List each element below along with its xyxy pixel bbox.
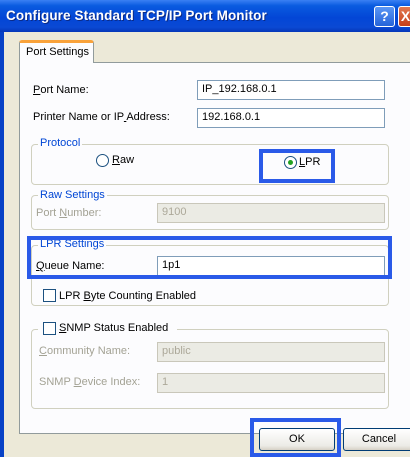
window-border bbox=[0, 32, 4, 457]
snmp-group bbox=[31, 329, 389, 409]
lpr-byte-counting-checkbox[interactable] bbox=[43, 289, 56, 302]
snmp-device-index-input: 1 bbox=[157, 373, 385, 393]
snmp-device-index-label: SNMP Device Index: bbox=[39, 376, 141, 388]
tab-label: Port Settings bbox=[26, 46, 89, 58]
printer-address-input[interactable]: 192.168.0.1 bbox=[197, 108, 385, 128]
title-bar[interactable]: Configure Standard TCP/IP Port Monitor ?… bbox=[0, 0, 410, 32]
community-name-input: public bbox=[157, 342, 385, 362]
lpr-settings-legend: LPR Settings bbox=[38, 238, 107, 250]
lpr-radio[interactable] bbox=[284, 156, 297, 169]
snmp-enabled-label: SNMP Status Enabled bbox=[59, 322, 169, 334]
window-title: Configure Standard TCP/IP Port Monitor bbox=[6, 8, 267, 23]
help-button[interactable]: ? bbox=[374, 6, 395, 27]
raw-settings-legend: Raw Settings bbox=[38, 189, 107, 201]
radio-selected-dot bbox=[288, 160, 293, 165]
raw-radio-label: Raw bbox=[112, 154, 135, 166]
protocol-group bbox=[31, 144, 389, 185]
port-number-label: Port Number: bbox=[36, 207, 102, 219]
raw-radio[interactable] bbox=[96, 154, 109, 167]
lpr-radio-label: LPR bbox=[299, 156, 321, 168]
lpr-byte-counting-label: LPR Byte Counting Enabled bbox=[59, 290, 196, 302]
printer-address-label: Printer Name or IP Address: bbox=[33, 111, 170, 123]
snmp-enabled-checkbox[interactable] bbox=[43, 322, 56, 335]
port-name-input[interactable]: IP_192.168.0.1 bbox=[197, 80, 385, 100]
protocol-legend: Protocol bbox=[38, 137, 83, 149]
cancel-button[interactable]: Cancel bbox=[343, 428, 410, 451]
port-number-input: 9100 bbox=[157, 203, 385, 223]
close-button[interactable]: X bbox=[398, 6, 410, 27]
community-name-label: Community Name: bbox=[39, 345, 131, 357]
tab-port-settings[interactable]: Port Settings bbox=[19, 40, 94, 63]
ok-button[interactable]: OK bbox=[259, 428, 335, 451]
queue-name-input[interactable]: 1p1 bbox=[157, 256, 385, 276]
queue-name-label: Queue Name: bbox=[36, 260, 105, 272]
port-name-label: Port Name: bbox=[33, 84, 89, 96]
